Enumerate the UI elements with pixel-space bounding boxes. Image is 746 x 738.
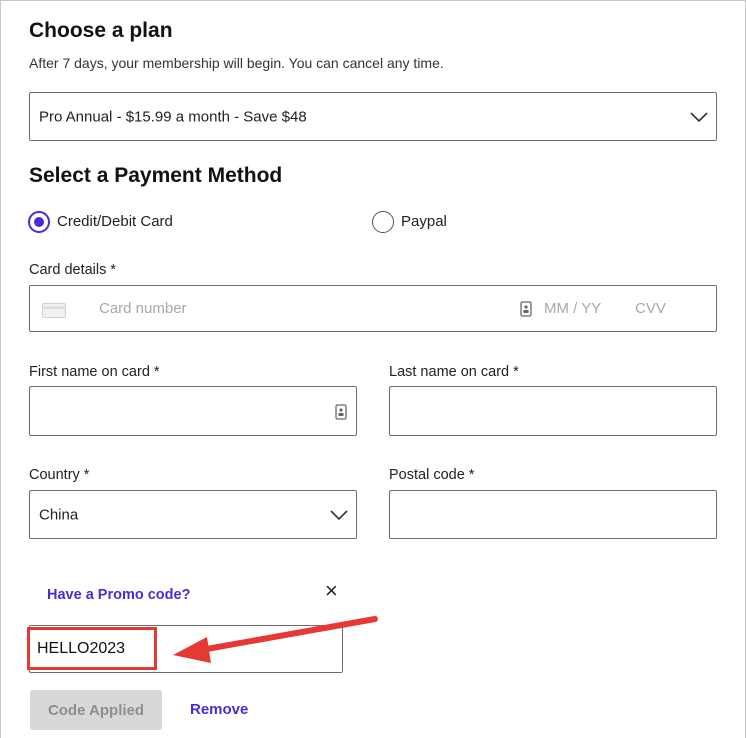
payment-title: Select a Payment Method — [29, 164, 283, 187]
card-details-field[interactable]: Card number MM / YY CVV — [29, 285, 717, 332]
autofill-contact-icon — [335, 404, 347, 420]
first-name-field[interactable] — [29, 386, 357, 436]
postal-code-field[interactable] — [389, 490, 717, 539]
close-icon[interactable]: × — [325, 579, 338, 603]
country-select-value: China — [39, 506, 79, 523]
radio-paypal-label[interactable]: Paypal — [401, 213, 447, 230]
plan-title: Choose a plan — [29, 19, 173, 42]
radio-credit-card-label[interactable]: Credit/Debit Card — [57, 213, 173, 230]
cvv-placeholder[interactable]: CVV — [635, 300, 666, 317]
plan-subtitle: After 7 days, your membership will begin… — [29, 55, 444, 71]
first-name-label: First name on card * — [29, 364, 160, 380]
autofill-contact-icon — [520, 301, 532, 317]
country-select[interactable]: China — [29, 490, 357, 539]
chevron-down-icon — [690, 111, 708, 122]
card-number-placeholder[interactable]: Card number — [99, 300, 187, 317]
last-name-label: Last name on card * — [389, 364, 519, 380]
card-details-label: Card details * — [29, 262, 117, 278]
postal-code-label: Postal code * — [389, 467, 475, 483]
promo-code-toggle[interactable]: Have a Promo code? — [47, 587, 190, 603]
last-name-field[interactable] — [389, 386, 717, 436]
plan-select-value: Pro Annual - $15.99 a month - Save $48 — [39, 108, 307, 125]
chevron-down-icon — [330, 509, 348, 520]
remove-promo-link[interactable]: Remove — [190, 701, 248, 718]
credit-card-icon — [42, 303, 66, 318]
checkout-panel: Choose a plan After 7 days, your members… — [0, 0, 746, 738]
radio-paypal[interactable] — [372, 211, 394, 233]
annotation-highlight-box — [27, 627, 157, 670]
plan-select[interactable]: Pro Annual - $15.99 a month - Save $48 — [29, 92, 717, 141]
code-applied-button[interactable]: Code Applied — [30, 690, 162, 730]
annotation-arrow-icon — [173, 616, 378, 663]
country-label: Country * — [29, 467, 90, 483]
expiry-placeholder[interactable]: MM / YY — [544, 300, 601, 317]
radio-credit-card[interactable] — [28, 211, 50, 233]
